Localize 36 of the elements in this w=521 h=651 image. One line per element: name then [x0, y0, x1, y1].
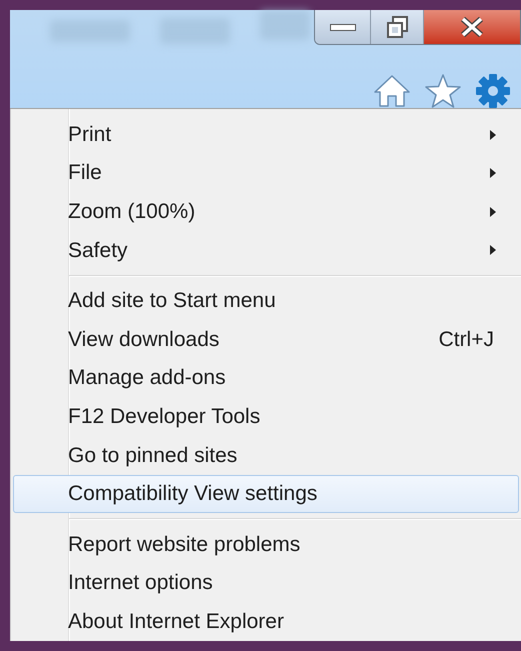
menu-item[interactable]: Compatibility View settings — [13, 474, 519, 514]
menu-item[interactable]: Go to pinned sites — [13, 436, 519, 475]
minimize-button[interactable] — [315, 10, 371, 44]
menu-item-label: Report website problems — [68, 532, 302, 558]
menu-item[interactable]: Report website problems — [13, 525, 519, 564]
menu-item-label: F12 Developer Tools — [68, 404, 262, 430]
menu-item-label: Print — [68, 122, 112, 148]
menu-item[interactable]: About Internet Explorer — [13, 602, 519, 641]
menu-item[interactable]: F12 Developer Tools — [13, 397, 519, 436]
menu-item-label: Zoom (100%) — [68, 199, 196, 226]
menu-item-label: File — [68, 160, 103, 186]
menu-item-label: Go to pinned sites — [68, 442, 238, 469]
menu-item-label: Compatibility View settings — [68, 481, 318, 508]
menu-item[interactable]: Zoom (100%) — [13, 192, 519, 232]
menu-item-label: About Internet Explorer — [68, 608, 285, 635]
shortcut-label: Ctrl+J — [438, 326, 494, 353]
menu-item[interactable]: Internet options — [13, 564, 519, 602]
menu-item-label: Internet options — [68, 570, 214, 596]
close-icon — [460, 17, 484, 37]
menu-item-label: Safety — [68, 238, 129, 264]
star-icon[interactable] — [425, 74, 461, 108]
menu-item-label: Add site to Start menu — [68, 288, 277, 314]
restore-icon — [385, 15, 409, 39]
minimize-icon — [330, 24, 356, 30]
menu-item[interactable]: Print — [13, 115, 519, 154]
menu-item[interactable]: View downloads Ctrl+J — [13, 320, 519, 359]
restore-button[interactable] — [371, 10, 424, 44]
menu-item-label: View downloads — [68, 326, 220, 353]
menu-item[interactable]: Add site to Start menu — [13, 282, 519, 320]
menu-item[interactable]: Manage add-ons — [13, 358, 519, 398]
close-button[interactable] — [424, 10, 520, 44]
menu-item[interactable]: Safety — [13, 231, 519, 270]
menu-item-label: Manage add-ons — [68, 365, 227, 392]
home-icon[interactable] — [373, 74, 411, 108]
settings-icon[interactable] — [475, 73, 511, 109]
menu-item[interactable]: File — [13, 154, 519, 192]
